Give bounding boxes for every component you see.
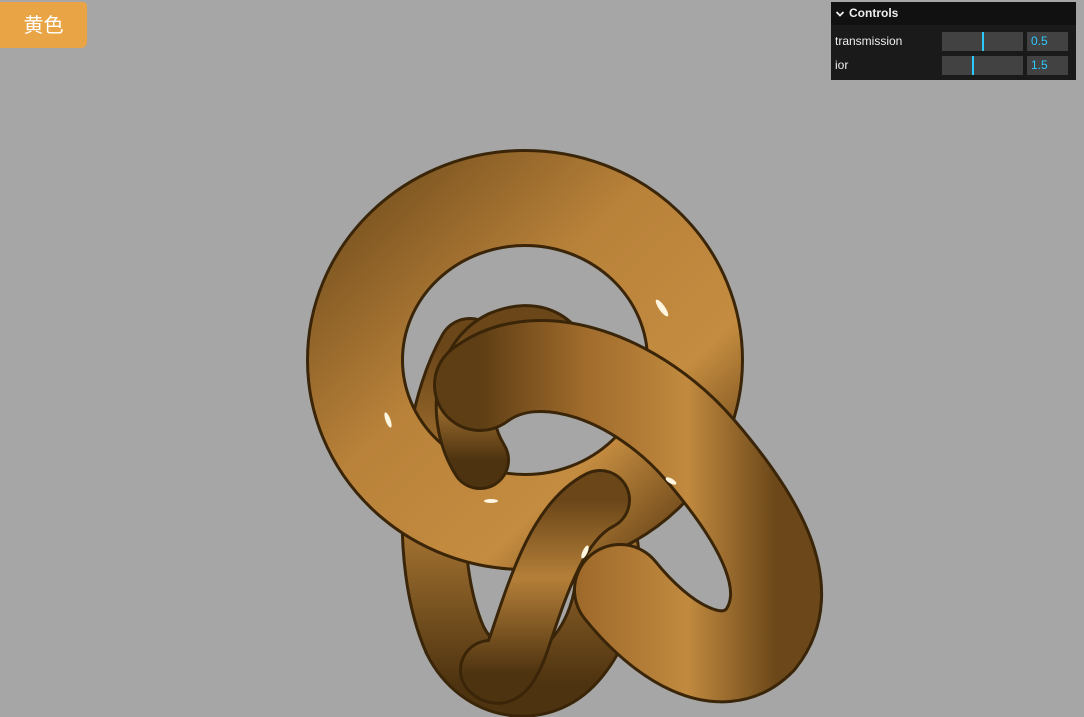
slider-thumb[interactable] bbox=[972, 55, 974, 75]
transmission-value-input[interactable]: 0.5 bbox=[1027, 31, 1068, 51]
ior-slider[interactable] bbox=[942, 55, 1023, 75]
ior-value-input[interactable]: 1.5 bbox=[1027, 55, 1068, 75]
control-row-ior: ior 1.5 bbox=[835, 53, 1072, 77]
3d-viewport[interactable] bbox=[0, 0, 1084, 717]
torus-knot-render bbox=[306, 149, 823, 717]
controls-title-label: Controls bbox=[849, 6, 899, 20]
chevron-down-icon bbox=[835, 10, 845, 17]
controls-panel-title[interactable]: Controls bbox=[831, 2, 1076, 25]
ior-label: ior bbox=[835, 58, 849, 72]
control-row-transmission: transmission 0.5 bbox=[835, 29, 1072, 53]
slider-thumb[interactable] bbox=[982, 31, 984, 51]
transmission-slider[interactable] bbox=[942, 31, 1023, 51]
yellow-color-button[interactable]: 黄色 bbox=[0, 2, 87, 48]
controls-panel: Controls transmission 0.5 ior 1.5 bbox=[831, 2, 1076, 80]
transmission-label: transmission bbox=[835, 34, 903, 48]
